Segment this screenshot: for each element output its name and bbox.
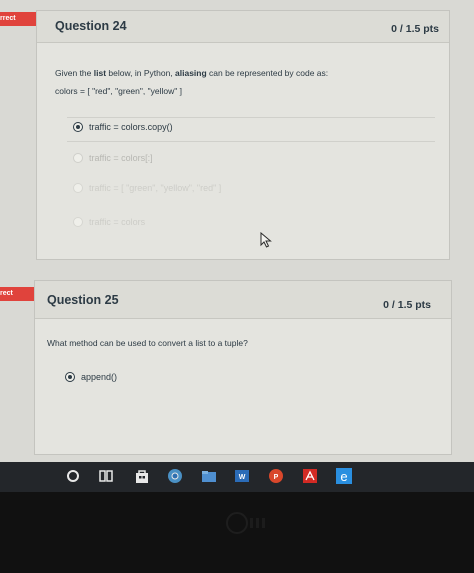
acrobat-icon[interactable] (302, 468, 318, 484)
answer-label: traffic = colors.copy() (89, 122, 173, 132)
edge-icon[interactable]: e (336, 468, 352, 484)
search-icon[interactable] (67, 470, 79, 482)
radio-icon[interactable] (73, 217, 83, 227)
answer-option[interactable]: append() (65, 372, 117, 382)
dell-logo-icon (226, 512, 265, 534)
radio-selected-icon[interactable] (65, 372, 75, 382)
answer-label: traffic = [ "green", "yellow", "red" ] (89, 183, 222, 193)
chrome-icon[interactable] (167, 468, 183, 484)
radio-icon[interactable] (73, 183, 83, 193)
question-title: Question 24 (55, 19, 127, 33)
question-prompt: What method can be used to convert a lis… (47, 338, 248, 348)
question-24: Question 24 0 / 1.5 pts Given the list b… (36, 10, 450, 260)
incorrect-tag: rrect (0, 12, 47, 26)
code-line: colors = [ "red", "green", "yellow" ] (55, 86, 183, 96)
question-header: Question 25 0 / 1.5 pts (35, 281, 451, 319)
word-icon[interactable]: W (234, 468, 250, 484)
question-prompt: Given the list below, in Python, aliasin… (55, 68, 329, 78)
answer-label: traffic = colors (89, 217, 146, 227)
svg-text:P: P (274, 474, 279, 481)
taskbar: W P e (0, 462, 474, 492)
incorrect-tag: rect (0, 287, 45, 301)
answer-label: traffic = colors[:] (89, 153, 153, 163)
question-points: 0 / 1.5 pts (383, 299, 431, 311)
svg-text:e: e (340, 469, 347, 484)
answer-option[interactable]: traffic = [ "green", "yellow", "red" ] (73, 183, 221, 193)
question-points: 0 / 1.5 pts (391, 23, 439, 35)
screen: rrect Question 24 0 / 1.5 pts Given the … (0, 0, 474, 465)
radio-icon[interactable] (73, 153, 83, 163)
answer-divider (67, 117, 435, 118)
answer-option[interactable]: traffic = colors.copy() (73, 122, 173, 132)
powerpoint-icon[interactable]: P (268, 468, 284, 484)
answer-option[interactable]: traffic = colors (73, 217, 145, 227)
answer-label: append() (81, 372, 118, 382)
file-explorer-icon[interactable] (201, 468, 217, 484)
question-title: Question 25 (47, 293, 119, 307)
answer-divider (67, 141, 435, 142)
radio-selected-icon[interactable] (73, 122, 83, 132)
answer-option[interactable]: traffic = colors[:] (73, 153, 153, 163)
task-view-icon[interactable] (98, 468, 114, 484)
store-icon[interactable] (134, 468, 150, 484)
mouse-cursor-icon (260, 232, 272, 248)
question-header: Question 24 0 / 1.5 pts (37, 11, 449, 43)
svg-text:W: W (239, 474, 246, 481)
question-25: Question 25 0 / 1.5 pts What method can … (34, 280, 452, 455)
